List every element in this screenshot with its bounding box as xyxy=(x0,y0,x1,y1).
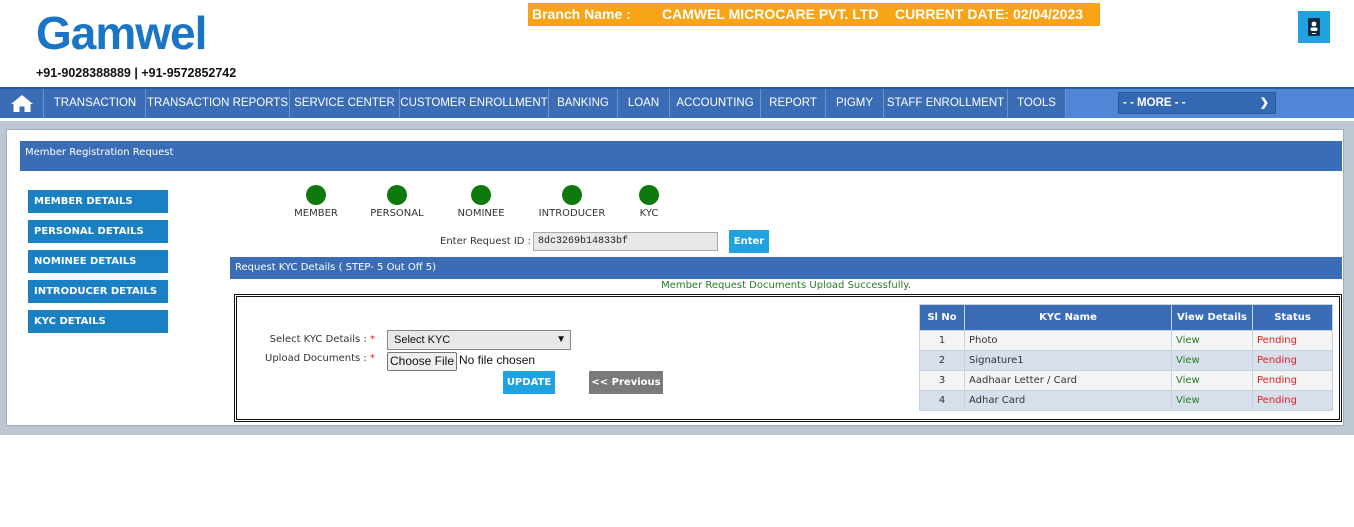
file-chosen-status: No file chosen xyxy=(459,353,536,367)
logo-text: Gamwel xyxy=(36,7,207,59)
contact-card-icon xyxy=(1308,18,1320,36)
nav-transaction[interactable]: TRANSACTION xyxy=(45,89,146,118)
step-kyc: KYC xyxy=(633,185,665,219)
current-date: CURRENT DATE: 02/04/2023 xyxy=(895,6,1084,22)
table-header-row: Sl No KYC Name View Details Status xyxy=(919,304,1333,331)
request-id-label: Enter Request ID : xyxy=(440,236,532,247)
col-view-details: View Details xyxy=(1171,304,1253,331)
col-sl-no: Sl No xyxy=(919,304,965,331)
row-sl-no: 2 xyxy=(919,350,965,371)
nav-pigmy[interactable]: PIGMY xyxy=(826,89,884,118)
step-label: INTRODUCER xyxy=(538,208,606,219)
view-link[interactable]: View xyxy=(1171,350,1253,371)
row-sl-no: 1 xyxy=(919,330,965,351)
table-row: 1 Photo View Pending xyxy=(919,330,1333,351)
status-badge: Pending xyxy=(1252,350,1333,371)
step-complete-indicator xyxy=(387,185,407,205)
select-kyc-label: Select KYC Details : * xyxy=(269,334,375,345)
home-icon xyxy=(11,95,33,112)
sidebar-item-personal-details[interactable]: PERSONAL DETAILS xyxy=(28,220,168,243)
nav-banking[interactable]: BANKING xyxy=(549,89,618,118)
table-row: 2 Signature1 View Pending xyxy=(919,350,1333,371)
step-complete-indicator xyxy=(306,185,326,205)
step-complete-indicator xyxy=(471,185,491,205)
step-member: MEMBER xyxy=(288,185,344,219)
step-label: NOMINEE xyxy=(457,208,505,219)
chevron-down-icon: ❯ xyxy=(1259,97,1269,109)
nav-report[interactable]: REPORT xyxy=(761,89,826,118)
nav-staff-enrollment[interactable]: STAFF ENROLLMENT xyxy=(884,89,1008,118)
nav-customer-enrollment[interactable]: CUSTOMER ENROLLMENT xyxy=(400,89,549,118)
header: Gamwel +91-9028388889 | +91-9572852742 B… xyxy=(0,0,1354,87)
view-link[interactable]: View xyxy=(1171,330,1253,351)
content-panel: Member Registration Request MEMBER DETAI… xyxy=(6,129,1344,426)
home-button[interactable] xyxy=(0,89,44,118)
col-status: Status xyxy=(1252,304,1333,331)
row-kyc-name: Adhar Card xyxy=(964,390,1172,411)
step-introducer: INTRODUCER xyxy=(537,185,607,219)
table-row: 4 Adhar Card View Pending xyxy=(919,390,1333,411)
table-row: 3 Aadhaar Letter / Card View Pending xyxy=(919,370,1333,391)
kyc-section-title: Request KYC Details ( STEP- 5 Out Off 5) xyxy=(230,257,1342,279)
row-sl-no: 4 xyxy=(919,390,965,411)
nav-tools[interactable]: TOOLS xyxy=(1008,89,1066,118)
branch-name: CAMWEL MICROCARE PVT. LTD xyxy=(662,6,879,22)
step-label: PERSONAL xyxy=(370,208,424,219)
page-title: Member Registration Request xyxy=(20,141,1342,171)
main-navbar: TRANSACTION TRANSACTION REPORTS SERVICE … xyxy=(0,87,1354,118)
company-logo: Gamwel xyxy=(36,6,236,66)
view-link[interactable]: View xyxy=(1171,370,1253,391)
col-kyc-name: KYC Name xyxy=(964,304,1172,331)
nav-loan[interactable]: LOAN xyxy=(618,89,670,118)
row-kyc-name: Signature1 xyxy=(964,350,1172,371)
kyc-form: Select KYC Details : * Select KYC ▼ Uplo… xyxy=(234,294,1342,422)
sidebar-item-introducer-details[interactable]: INTRODUCER DETAILS xyxy=(28,280,168,303)
row-kyc-name: Aadhaar Letter / Card xyxy=(964,370,1172,391)
more-dropdown-label: - - MORE - - xyxy=(1123,97,1186,109)
branch-bar: Branch Name : CAMWEL MICROCARE PVT. LTD … xyxy=(528,3,1100,26)
content-frame: Member Registration Request MEMBER DETAI… xyxy=(0,121,1354,435)
previous-button[interactable]: << Previous xyxy=(589,371,663,394)
status-badge: Pending xyxy=(1252,370,1333,391)
update-button[interactable]: UPDATE xyxy=(503,371,555,394)
upload-documents-label: Upload Documents : * xyxy=(265,353,375,364)
nav-service-center[interactable]: SERVICE CENTER xyxy=(290,89,400,118)
step-complete-indicator xyxy=(639,185,659,205)
step-label: MEMBER xyxy=(294,208,338,219)
row-sl-no: 3 xyxy=(919,370,965,391)
kyc-type-select[interactable]: Select KYC ▼ xyxy=(387,330,571,350)
success-message: Member Request Documents Upload Successf… xyxy=(661,280,911,291)
step-personal: PERSONAL xyxy=(367,185,427,219)
contact-phone: +91-9028388889 | +91-9572852742 xyxy=(36,66,237,80)
kyc-select-value: Select KYC xyxy=(394,334,451,346)
view-link[interactable]: View xyxy=(1171,390,1253,411)
sidebar-item-nominee-details[interactable]: NOMINEE DETAILS xyxy=(28,250,168,273)
choose-file-button[interactable]: Choose File xyxy=(387,352,457,371)
nav-accounting[interactable]: ACCOUNTING xyxy=(670,89,761,118)
step-nominee: NOMINEE xyxy=(453,185,509,219)
user-profile-button[interactable] xyxy=(1298,11,1330,43)
enter-button[interactable]: Enter xyxy=(729,230,769,253)
more-dropdown[interactable]: - - MORE - - ❯ xyxy=(1118,92,1276,114)
nav-transaction-reports[interactable]: TRANSACTION REPORTS xyxy=(146,89,290,118)
branch-label: Branch Name : xyxy=(532,6,631,22)
status-badge: Pending xyxy=(1252,330,1333,351)
chevron-down-icon: ▼ xyxy=(556,334,566,345)
sidebar-item-kyc-details[interactable]: KYC DETAILS xyxy=(28,310,168,333)
step-label: KYC xyxy=(639,208,659,219)
status-badge: Pending xyxy=(1252,390,1333,411)
step-complete-indicator xyxy=(562,185,582,205)
sidebar-item-member-details[interactable]: MEMBER DETAILS xyxy=(28,190,168,213)
kyc-documents-table: Sl No KYC Name View Details Status 1 Pho… xyxy=(919,304,1333,411)
row-kyc-name: Photo xyxy=(964,330,1172,351)
request-id-input[interactable]: 8dc3269b14833bf xyxy=(533,232,718,251)
